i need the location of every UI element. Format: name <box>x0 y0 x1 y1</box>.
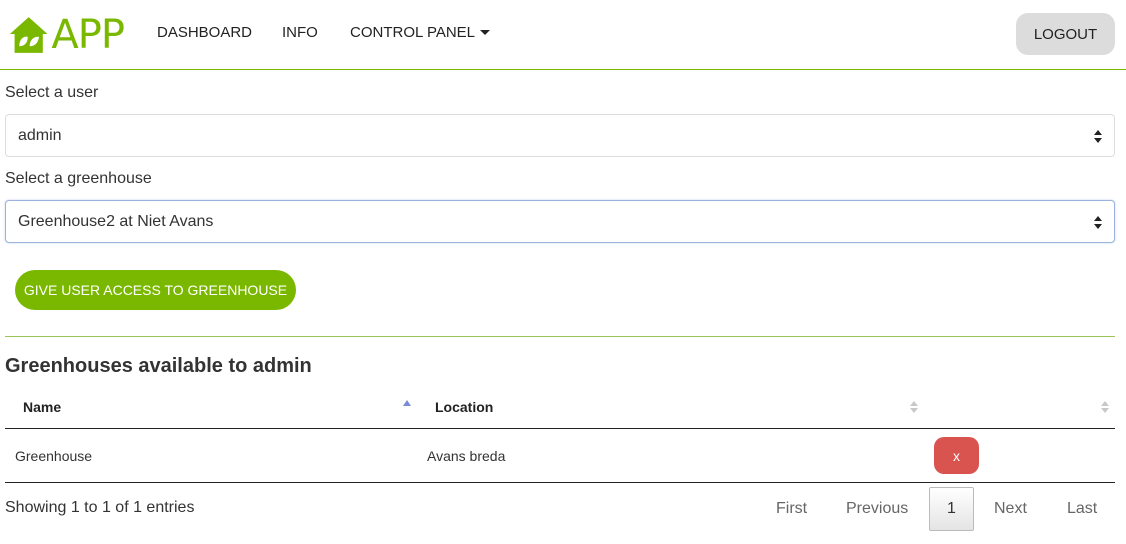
nav-dashboard[interactable]: DASHBOARD <box>157 24 252 41</box>
brand-text: APP <box>51 12 125 58</box>
brand-logo[interactable]: APP <box>8 12 125 58</box>
navbar: APP DASHBOARD INFO CONTROL PANEL LOGOUT <box>0 0 1126 70</box>
nav-info[interactable]: INFO <box>282 24 318 41</box>
table-info: Showing 1 to 1 of 1 entries <box>5 499 195 516</box>
give-access-button[interactable]: GIVE USER ACCESS TO GREENHOUSE <box>15 270 296 310</box>
table-cell-name: Greenhouse <box>15 448 93 464</box>
greenhouse-select[interactable]: Greenhouse2 at Niet Avans <box>5 200 1115 243</box>
select-arrows-icon <box>1094 130 1102 143</box>
pagination-previous[interactable]: Previous <box>846 500 908 518</box>
user-select[interactable]: admin <box>5 114 1115 157</box>
sort-icon[interactable] <box>910 401 918 413</box>
nav-control-panel-label: CONTROL PANEL <box>350 24 476 41</box>
select-arrows-icon <box>1094 216 1102 229</box>
sort-icon[interactable] <box>1101 401 1109 413</box>
table-title: Greenhouses available to admin <box>5 355 312 377</box>
select-user-label: Select a user <box>5 84 99 101</box>
user-select-value: admin <box>18 127 62 144</box>
logout-button[interactable]: LOGOUT <box>1016 13 1115 55</box>
sort-ascending-icon[interactable] <box>403 400 411 406</box>
table-bottom-border <box>5 482 1115 483</box>
house-leaf-logo-icon <box>9 17 48 53</box>
pagination-last[interactable]: Last <box>1067 500 1097 518</box>
pagination-current-page[interactable]: 1 <box>929 487 974 531</box>
table-header-border <box>5 428 1115 429</box>
remove-access-button[interactable]: x <box>934 437 979 474</box>
nav-control-panel[interactable]: CONTROL PANEL <box>350 24 491 41</box>
column-header-name[interactable]: Name <box>23 399 61 415</box>
pagination-first[interactable]: First <box>776 500 807 518</box>
column-header-location[interactable]: Location <box>435 399 493 415</box>
select-greenhouse-label: Select a greenhouse <box>5 170 152 187</box>
greenhouse-select-value: Greenhouse2 at Niet Avans <box>18 213 214 230</box>
caret-down-icon <box>480 30 491 35</box>
section-divider <box>5 336 1115 337</box>
table-cell-location: Avans breda <box>427 448 506 464</box>
pagination-next[interactable]: Next <box>994 500 1027 518</box>
